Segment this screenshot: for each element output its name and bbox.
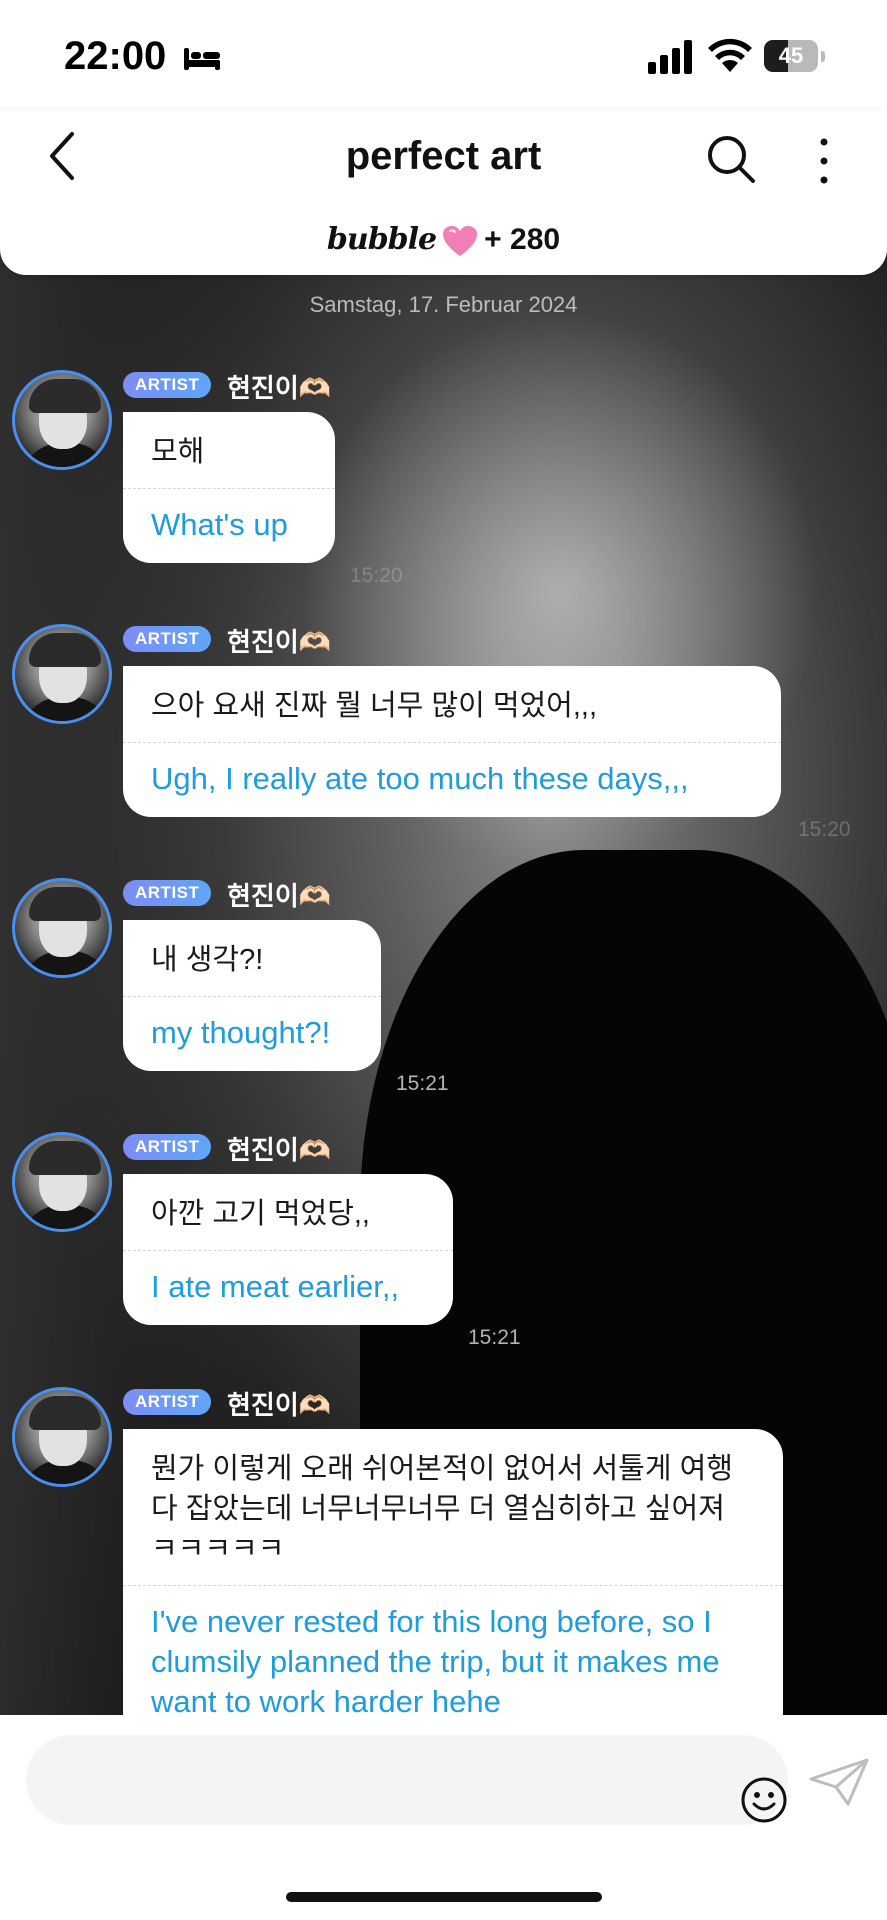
artist-badge: ARTIST	[123, 1389, 212, 1415]
sender-name: 현진이🫶🏻	[227, 1135, 332, 1165]
message-korean: 내 생각?!	[151, 944, 264, 976]
avatar[interactable]	[12, 624, 112, 724]
message-bubble[interactable]: 아깐 고기 먹었당,, I ate meat earlier,,	[123, 1174, 453, 1325]
artist-badge: ARTIST	[123, 372, 212, 398]
sender-name: 현진이🫶🏻	[227, 1390, 332, 1420]
status-bar: 22:00 45	[0, 0, 887, 110]
subscriber-count: + 280	[484, 223, 561, 256]
message-translation: What's up	[151, 507, 288, 542]
heart-icon	[443, 226, 478, 257]
sender-name: 현진이🫶🏻	[227, 627, 332, 657]
sleep-focus-icon	[184, 48, 220, 70]
avatar[interactable]	[12, 370, 112, 470]
status-time: 22:00	[64, 34, 167, 78]
battery-percent: 45	[778, 43, 804, 68]
message-time: 15:21	[396, 1072, 449, 1095]
message-korean: 아깐 고기 먹었당,,	[151, 1198, 370, 1230]
message-korean: 으아 요새 진짜 뭘 너무 많이 먹었어,,,	[151, 690, 598, 722]
message-bubble[interactable]: 뭔가 이렇게 오래 쉬어본적이 없어서 서툴게 여행 다 잡았는데 너무너무너무…	[123, 1429, 783, 1740]
message-translation: my thought?!	[151, 1015, 331, 1050]
wifi-icon	[708, 38, 752, 72]
date-separator: Samstag, 17. Februar 2024	[309, 292, 578, 317]
message-translation: Ugh, I really ate too much these days,,,	[151, 761, 689, 796]
message-time: 15:20	[350, 564, 403, 587]
smiley-icon[interactable]	[740, 1776, 788, 1824]
message-bubble[interactable]: 내 생각?! my thought?!	[123, 920, 381, 1071]
artist-badge: ARTIST	[123, 1134, 212, 1160]
message-translation: I ate meat earlier,,	[151, 1269, 400, 1304]
bubble-subscription-line[interactable]: bubble + 280	[0, 222, 887, 257]
battery-indicator: 45	[764, 40, 826, 74]
message-input-bar	[0, 1715, 887, 1920]
avatar[interactable]	[12, 1132, 112, 1232]
sender-name: 현진이🫶🏻	[227, 881, 332, 911]
more-vertical-icon[interactable]	[814, 136, 834, 186]
sender-name: 현진이🫶🏻	[227, 373, 332, 403]
artist-badge: ARTIST	[123, 626, 212, 652]
message-korean: 모해	[151, 436, 205, 468]
message-korean: 뭔가 이렇게 오래 쉬어본적이 없어서 서툴게 여행 다 잡았는데 너무너무너무…	[151, 1453, 733, 1565]
message-bubble[interactable]: 으아 요새 진짜 뭘 너무 많이 먹었어,,, Ugh, I really at…	[123, 666, 781, 817]
message-bubble[interactable]: 모해 What's up	[123, 412, 335, 563]
avatar[interactable]	[12, 878, 112, 978]
bubble-logo: bubble	[326, 222, 437, 257]
home-indicator[interactable]	[286, 1892, 602, 1902]
search-icon[interactable]	[706, 134, 756, 184]
send-icon[interactable]	[808, 1757, 870, 1807]
avatar[interactable]	[12, 1387, 112, 1487]
message-time: 15:20	[798, 818, 851, 841]
message-input[interactable]	[26, 1735, 788, 1825]
cellular-signal-icon	[648, 40, 692, 74]
message-time: 15:21	[468, 1326, 521, 1349]
artist-badge: ARTIST	[123, 880, 212, 906]
